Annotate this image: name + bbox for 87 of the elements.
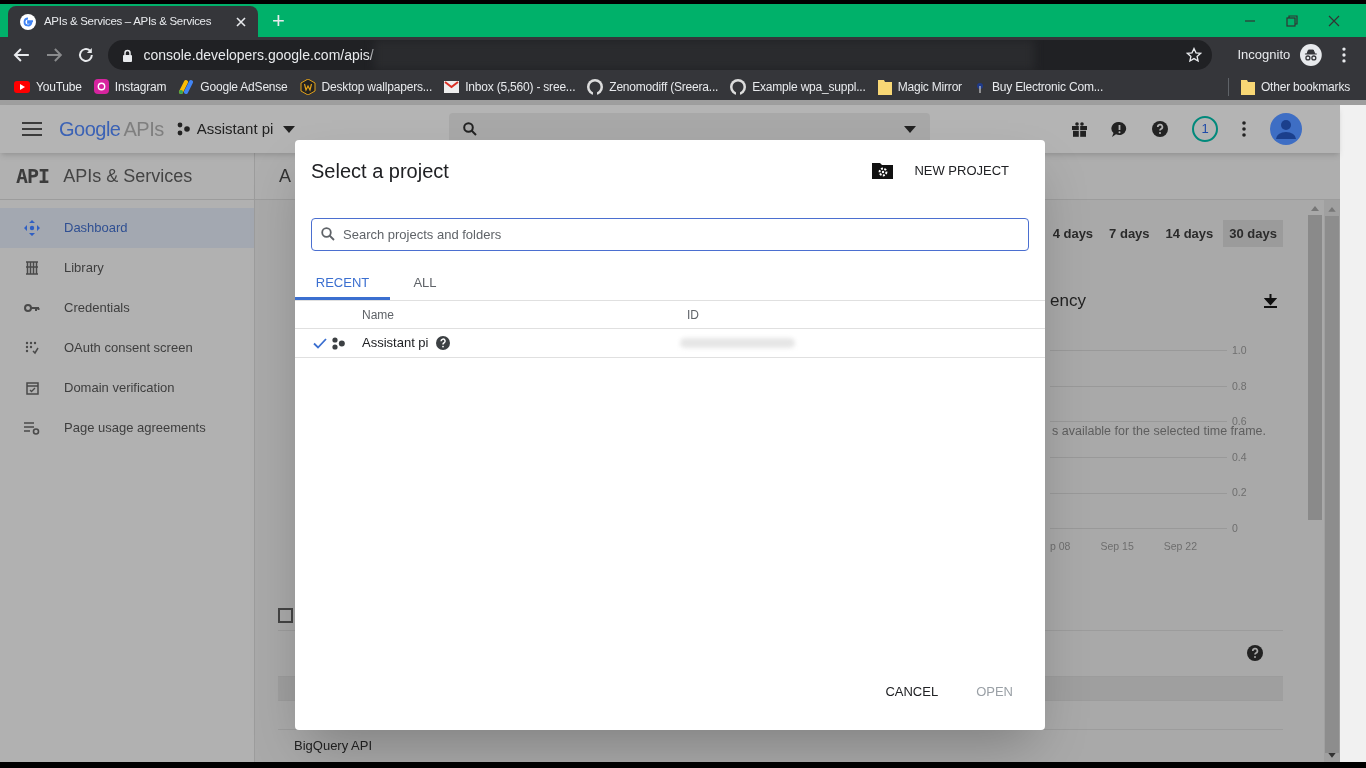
folder-icon	[1240, 78, 1255, 95]
dialog-button[interactable]: CANCEL	[873, 676, 951, 708]
menu-icon[interactable]	[22, 122, 42, 136]
mail-icon	[444, 80, 460, 93]
address-bar[interactable]: console.developers.google.com/apis/	[108, 40, 1212, 70]
notification-button[interactable]: 1	[1192, 116, 1218, 142]
time-range-button[interactable]: 7 days	[1103, 220, 1156, 247]
scrollbar-thumb[interactable]	[1308, 215, 1322, 520]
back-icon[interactable]	[13, 46, 31, 64]
bookmark[interactable]: Zenomodiff (Sreera...	[587, 77, 719, 96]
lock-icon	[122, 48, 134, 62]
caret-icon[interactable]	[904, 125, 917, 133]
checkbox[interactable]	[278, 608, 293, 624]
sidebar-item[interactable]: OAuth consent screen	[0, 328, 254, 368]
list-settings-icon	[24, 421, 40, 435]
caret-icon	[283, 125, 296, 133]
library-icon	[25, 261, 39, 275]
sidebar-item[interactable]: Page usage agreements	[0, 408, 254, 448]
bookmark[interactable]: Inbox (5,560) - sree...	[444, 77, 576, 96]
bookmark[interactable]: Other bookmarks	[1227, 77, 1350, 96]
dialog-tab[interactable]: RECENT	[295, 268, 390, 300]
axis-label: Sep 22	[1163, 538, 1197, 554]
bookmark[interactable]: Example wpa_suppl...	[730, 77, 866, 96]
incognito-label: Incognito	[1237, 46, 1291, 65]
more-icon[interactable]	[1242, 121, 1246, 137]
search-icon	[321, 227, 335, 241]
help-icon[interactable]	[436, 336, 451, 350]
avatar-icon[interactable]	[1270, 113, 1302, 145]
column-header: Name	[362, 306, 395, 324]
time-range-button[interactable]: 14 days	[1159, 220, 1220, 247]
project-name: Assistant pi	[362, 334, 429, 353]
download-icon[interactable]	[1264, 294, 1277, 308]
new-project-button[interactable]: NEW PROJECT	[872, 161, 1009, 181]
favicon-icon	[20, 13, 36, 30]
sidebar-item[interactable]: Library	[0, 248, 254, 288]
axis-label: 0.6	[1232, 414, 1247, 428]
chart-title: ency	[1050, 290, 1086, 313]
help-icon[interactable]	[1152, 121, 1168, 137]
project-row[interactable]: Assistant pi	[295, 329, 1045, 358]
bookmark[interactable]: Desktop wallpapers...	[299, 77, 433, 96]
axis-label: 0.8	[1232, 378, 1247, 394]
feedback-icon[interactable]	[1111, 120, 1128, 138]
more-icon[interactable]	[1342, 47, 1346, 63]
bookmark[interactable]: Google AdSense	[178, 77, 288, 96]
page-title: A	[279, 164, 291, 188]
sidebar-title: APIs & Services	[63, 164, 193, 188]
key-icon	[24, 303, 40, 313]
adsense-icon	[178, 79, 195, 94]
sidebar-item[interactable]: Credentials	[0, 288, 254, 328]
dialog-title: Select a project	[311, 159, 449, 184]
folder-icon	[877, 78, 892, 95]
table-cell-text: BigQuery API	[294, 737, 373, 756]
url-text: console.developers.google.com/apis/	[143, 45, 374, 65]
hexagon-icon	[299, 78, 316, 95]
folder-settings-icon	[872, 163, 894, 179]
dialog-tab[interactable]: ALL	[390, 268, 460, 300]
time-range-button[interactable]: 30 days	[1223, 220, 1283, 247]
axis-label: Sep 15	[1100, 538, 1134, 554]
bookmark[interactable]: Buy Electronic Com...	[973, 77, 1104, 96]
browser-tab[interactable]: APIs & Services – APIs & Services	[8, 6, 258, 37]
forward-icon[interactable]	[44, 46, 63, 64]
help-icon[interactable]	[1247, 645, 1263, 662]
api-label: API	[16, 163, 50, 190]
time-range-button[interactable]: 4 days	[1046, 220, 1100, 247]
star-icon[interactable]	[1185, 47, 1202, 63]
project-icon	[176, 122, 191, 136]
bookmark[interactable]: YouTube	[14, 77, 82, 96]
close-icon[interactable]	[1328, 14, 1340, 27]
camera-icon	[93, 79, 109, 94]
gift-icon[interactable]	[1072, 121, 1087, 137]
scrollbar-thumb[interactable]	[1325, 215, 1339, 754]
column-header: ID	[687, 306, 699, 324]
project-icon	[332, 336, 345, 350]
dot-grid-icon	[25, 341, 39, 355]
search-icon	[463, 122, 478, 136]
bookmark[interactable]: Instagram	[93, 77, 167, 96]
project-selector[interactable]: Assistant pi	[176, 117, 296, 141]
bookmark[interactable]: Magic Mirror	[877, 77, 962, 96]
dashboard-icon	[24, 220, 40, 236]
axis-label: 0.4	[1232, 449, 1247, 465]
incognito-icon[interactable]	[1300, 44, 1323, 66]
checkbox-icon	[25, 381, 39, 395]
play-icon	[14, 80, 30, 93]
search-field[interactable]: Search projects and folders	[311, 218, 1029, 251]
sidebar-item[interactable]: Domain verification	[0, 368, 254, 408]
restore-icon[interactable]	[1286, 14, 1298, 27]
reload-icon[interactable]	[76, 46, 95, 64]
